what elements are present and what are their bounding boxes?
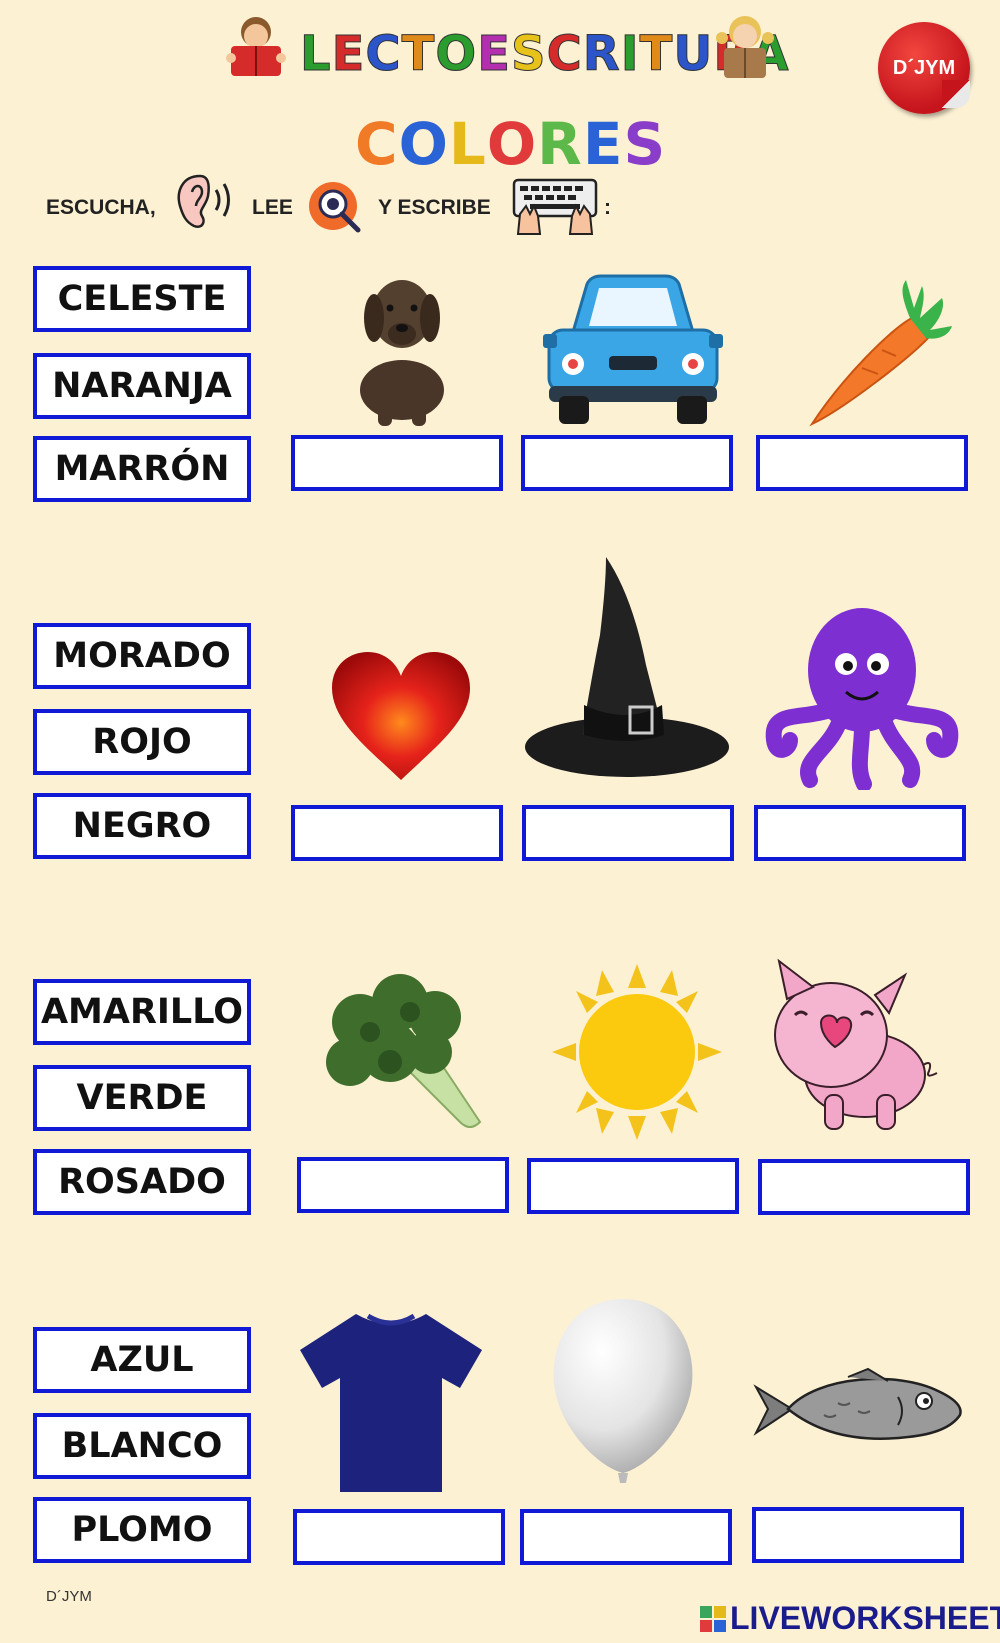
- title-text-letter: U: [673, 26, 714, 83]
- reading-boy-icon: [225, 12, 287, 84]
- word-card[interactable]: VERDE: [33, 1065, 251, 1131]
- word-card[interactable]: AZUL: [33, 1327, 251, 1393]
- balloon-picture: [548, 1297, 698, 1491]
- liveworksheets-icon: [700, 1605, 726, 1632]
- answer-input[interactable]: [297, 1157, 509, 1213]
- carrot-picture: [802, 278, 952, 432]
- fish-picture: [748, 1367, 966, 1456]
- title-text-letter: L: [300, 26, 332, 83]
- title-text-letter: C: [546, 26, 583, 83]
- answer-input[interactable]: [520, 1509, 732, 1565]
- puppy-picture: [340, 262, 465, 431]
- word-card[interactable]: PLOMO: [33, 1497, 251, 1563]
- title-text-letter: T: [639, 26, 674, 83]
- subtitle-text-letter: S: [623, 110, 667, 178]
- title-text-letter: O: [435, 26, 478, 83]
- sun-picture: [552, 964, 722, 1144]
- word-card[interactable]: AMARILLO: [33, 979, 251, 1045]
- reading-girl-icon: [712, 12, 778, 86]
- page-subtitle: COLORESCOLORES: [355, 110, 666, 180]
- witch-hat-picture: [522, 555, 732, 784]
- answer-input[interactable]: [522, 805, 734, 861]
- title-text-letter: C: [365, 26, 402, 83]
- worksheet-title: LECTOESCRITURALECTOESCRITURA: [300, 24, 789, 84]
- word-card[interactable]: NEGRO: [33, 793, 251, 859]
- ear-icon: [172, 172, 242, 234]
- author-badge: D´JYM: [878, 22, 970, 114]
- answer-input[interactable]: [756, 435, 968, 491]
- subtitle-text-letter: O: [486, 110, 538, 178]
- answer-input[interactable]: [291, 435, 503, 491]
- pig-picture: [765, 955, 940, 1139]
- eye-magnifier-icon: [308, 180, 366, 238]
- footer-author: D´JYM: [46, 1588, 92, 1605]
- word-card[interactable]: NARANJA: [33, 353, 251, 419]
- word-card[interactable]: BLANCO: [33, 1413, 251, 1479]
- word-card[interactable]: MORADO: [33, 623, 251, 689]
- answer-input[interactable]: [291, 805, 503, 861]
- word-card[interactable]: ROSADO: [33, 1149, 251, 1215]
- word-card[interactable]: MARRÓN: [33, 436, 251, 502]
- answer-input[interactable]: [521, 435, 733, 491]
- instruction-listen: ESCUCHA,: [46, 196, 156, 219]
- word-card[interactable]: CELESTE: [33, 266, 251, 332]
- liveworksheets-logo[interactable]: LIVEWORKSHEETS: [700, 1600, 1000, 1637]
- broccoli-picture: [320, 972, 490, 1141]
- subtitle-text-letter: C: [355, 110, 399, 178]
- instruction-write: Y ESCRIBE: [378, 196, 491, 219]
- answer-input[interactable]: [527, 1158, 739, 1214]
- keyboard-hands-icon: [510, 176, 600, 240]
- title-text-letter: T: [401, 26, 436, 83]
- subtitle-text-letter: E: [582, 110, 624, 178]
- answer-input[interactable]: [754, 805, 966, 861]
- answer-input[interactable]: [758, 1159, 970, 1215]
- t-shirt-picture: [296, 1310, 486, 1499]
- answer-input[interactable]: [752, 1507, 964, 1563]
- instruction-colon: :: [604, 196, 611, 219]
- title-text-letter: R: [582, 26, 621, 83]
- octopus-picture: [760, 600, 965, 794]
- instruction-read: LEE: [252, 196, 293, 219]
- title-text-letter: I: [620, 26, 640, 83]
- title-text-letter: E: [477, 26, 511, 83]
- subtitle-text-letter: O: [398, 110, 449, 178]
- title-text-letter: S: [510, 26, 547, 83]
- word-card[interactable]: ROJO: [33, 709, 251, 775]
- subtitle-text-letter: R: [537, 110, 583, 178]
- car-picture: [543, 272, 723, 431]
- answer-input[interactable]: [293, 1509, 505, 1565]
- title-text-letter: E: [331, 26, 366, 83]
- subtitle-text-letter: L: [448, 110, 487, 178]
- heart-picture: [330, 650, 472, 786]
